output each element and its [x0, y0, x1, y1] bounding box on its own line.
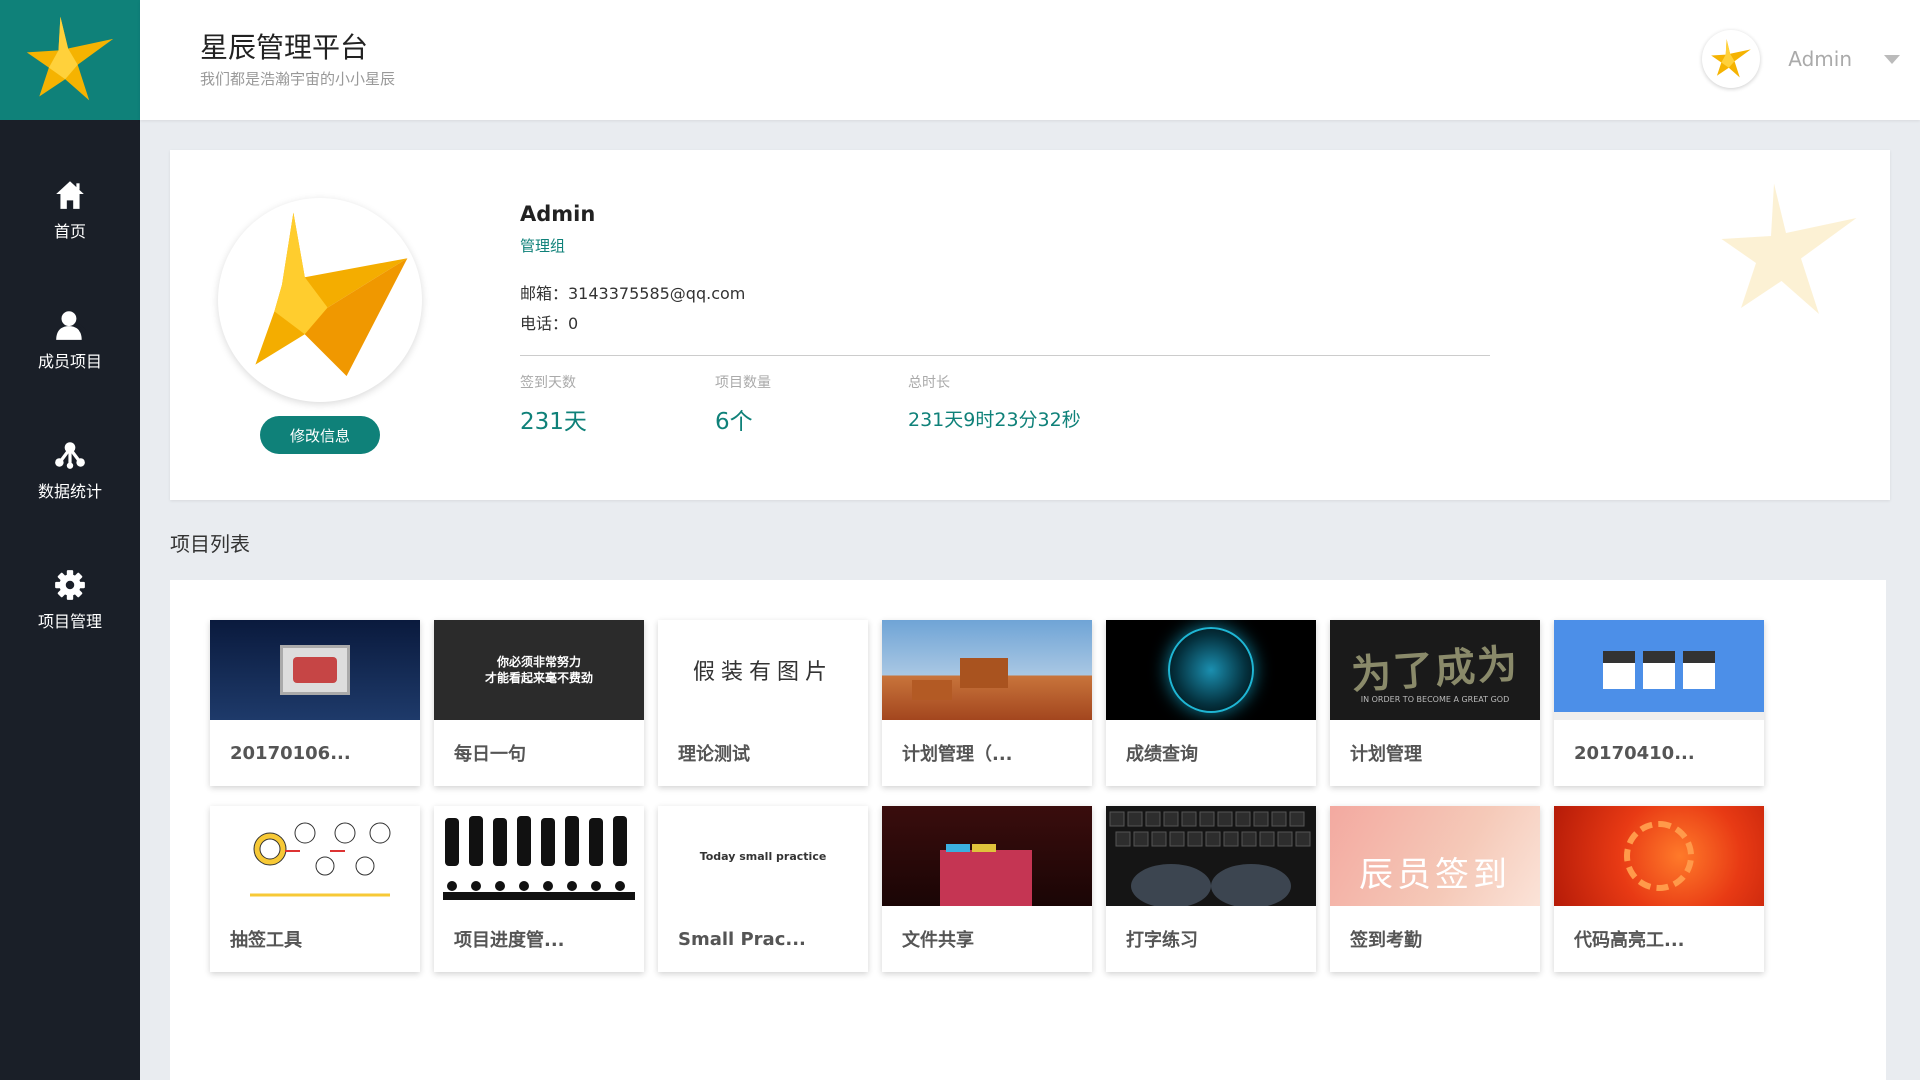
project-name: 每日一句 — [454, 744, 526, 765]
edit-profile-button[interactable]: 修改信息 — [260, 416, 380, 454]
thumb-text: 假装有图片 — [692, 660, 833, 685]
project-name: Small Prac... — [678, 928, 806, 950]
user-icon — [56, 311, 86, 340]
project-thumbnail — [882, 806, 1092, 906]
project-thumbnail — [434, 806, 644, 906]
header-user-name[interactable]: Admin — [1788, 47, 1852, 71]
project-name: 抽签工具 — [230, 930, 302, 951]
project-thumbnail — [882, 620, 1092, 720]
project-thumbnail — [210, 620, 420, 720]
divider — [520, 355, 1490, 356]
project-card[interactable]: 辰员签到 签到考勤 — [1330, 806, 1540, 972]
top-header: 星辰管理平台 我们都是浩瀚宇宙的小小星辰 Admin — [140, 0, 1920, 120]
profile-phone: 电话：0 — [520, 314, 579, 333]
project-list-title: 项目列表 — [170, 532, 250, 556]
project-card[interactable]: 你必须非常努力 才能看起来毫不费劲 每日一句 — [434, 620, 644, 786]
sidebar-item-label: 成员项目 — [37, 352, 102, 371]
app-subtitle: 我们都是浩瀚宇宙的小小星辰 — [200, 70, 396, 88]
project-card[interactable]: 成绩查询 — [1106, 620, 1316, 786]
project-card[interactable]: 计划管理（... — [882, 620, 1092, 786]
thumb-text: Today small practice — [699, 849, 827, 863]
sidebar-item-label: 项目管理 — [37, 612, 102, 631]
profile-name: Admin — [520, 202, 596, 226]
project-thumbnail: 你必须非常努力 才能看起来毫不费劲 — [434, 620, 644, 720]
profile-email: 邮箱：3143375585@qq.com — [520, 284, 746, 303]
sidebar-item-label: 首页 — [53, 222, 86, 241]
stat-label: 项目数量 — [715, 375, 771, 391]
project-card[interactable]: 20170106... — [210, 620, 420, 786]
project-name: 理论测试 — [678, 744, 750, 765]
sidebar: 首页 成员项目 数据统计 项目管理 — [0, 0, 140, 1080]
project-thumbnail: 为了成为 IN ORDER TO BECOME A GREAT GOD — [1330, 620, 1540, 720]
project-name: 计划管理 — [1350, 744, 1422, 765]
stat-value: 6个 — [715, 409, 753, 435]
project-thumbnail: Today small practice — [658, 806, 868, 906]
project-name: 20170410... — [1574, 742, 1695, 764]
project-name: 计划管理（... — [902, 744, 1013, 765]
gear-icon — [55, 570, 85, 600]
stat-label: 总时长 — [908, 375, 950, 391]
project-thumbnail: 辰员签到 — [1330, 806, 1540, 906]
project-card[interactable]: 项目进度管... — [434, 806, 644, 972]
profile-card: 修改信息 Admin 管理组 邮箱：3143375585@qq.com 电话：0… — [170, 150, 1890, 500]
sidebar-item-project-management[interactable]: 项目管理 — [0, 535, 140, 665]
project-card[interactable]: 假装有图片 理论测试 — [658, 620, 868, 786]
sidebar-item-statistics[interactable]: 数据统计 — [0, 405, 140, 535]
star-avatar-icon — [255, 212, 408, 376]
project-grid: 20170106... 你必须非常努力 才能看起来毫不费劲 每日一句 假装有图片… — [210, 620, 1764, 972]
project-card[interactable]: 为了成为 IN ORDER TO BECOME A GREAT GOD 计划管理 — [1330, 620, 1540, 786]
thumb-text: 辰员签到 — [1359, 854, 1511, 895]
project-card[interactable]: 打字练习 — [1106, 806, 1316, 972]
profile-group: 管理组 — [520, 237, 566, 255]
home-icon — [56, 181, 84, 209]
chevron-down-icon[interactable] — [1884, 54, 1900, 64]
project-name: 代码高亮工... — [1574, 930, 1685, 951]
project-name: 20170106... — [230, 742, 351, 764]
sidebar-item-members[interactable]: 成员项目 — [0, 275, 140, 405]
project-card[interactable]: 抽签工具 — [210, 806, 420, 972]
project-thumbnail — [1106, 620, 1316, 720]
sidebar-item-label: 数据统计 — [37, 482, 102, 501]
stat-label: 签到天数 — [520, 375, 576, 391]
thumb-text: IN ORDER TO BECOME A GREAT GOD — [1360, 694, 1510, 704]
project-card[interactable]: 文件共享 — [882, 806, 1092, 972]
user-menu[interactable]: Admin — [1702, 30, 1900, 88]
project-name: 成绩查询 — [1126, 744, 1198, 765]
stat-value: 231天 — [520, 409, 587, 435]
project-name: 打字练习 — [1126, 930, 1198, 951]
star-watermark-icon — [1714, 176, 1864, 330]
app-logo[interactable] — [0, 0, 140, 120]
project-panel: 20170106... 你必须非常努力 才能看起来毫不费劲 每日一句 假装有图片… — [170, 580, 1886, 1080]
project-thumbnail — [210, 806, 420, 906]
stat-signin-days: 签到天数 231天 — [520, 372, 587, 436]
stat-total-duration: 总时长 231天9时23分32秒 — [908, 372, 1081, 432]
thumb-text: 为了成为 — [1349, 640, 1521, 699]
stat-value: 231天9时23分32秒 — [908, 409, 1081, 431]
project-card[interactable]: Today small practice Small Prac... — [658, 806, 868, 972]
network-icon — [55, 442, 85, 469]
sidebar-item-home[interactable]: 首页 — [0, 145, 140, 275]
project-thumbnail — [1554, 806, 1764, 906]
project-card[interactable]: 代码高亮工... — [1554, 806, 1764, 972]
project-card[interactable]: 20170410... — [1554, 620, 1764, 786]
profile-avatar — [218, 198, 422, 402]
project-thumbnail — [1554, 620, 1764, 720]
project-thumbnail: 假装有图片 — [658, 620, 868, 720]
project-name: 文件共享 — [902, 930, 974, 951]
star-avatar-icon — [1711, 39, 1752, 78]
star-logo-icon — [26, 16, 114, 101]
stat-project-count: 项目数量 6个 — [715, 372, 771, 436]
thumb-text: 你必须非常努力 — [496, 655, 581, 669]
thumb-text: 才能看起来毫不费劲 — [484, 671, 593, 685]
avatar[interactable] — [1702, 30, 1761, 88]
project-name: 项目进度管... — [454, 930, 565, 951]
project-name: 签到考勤 — [1350, 930, 1422, 951]
app-title: 星辰管理平台 — [200, 31, 369, 64]
project-thumbnail — [1106, 806, 1316, 906]
